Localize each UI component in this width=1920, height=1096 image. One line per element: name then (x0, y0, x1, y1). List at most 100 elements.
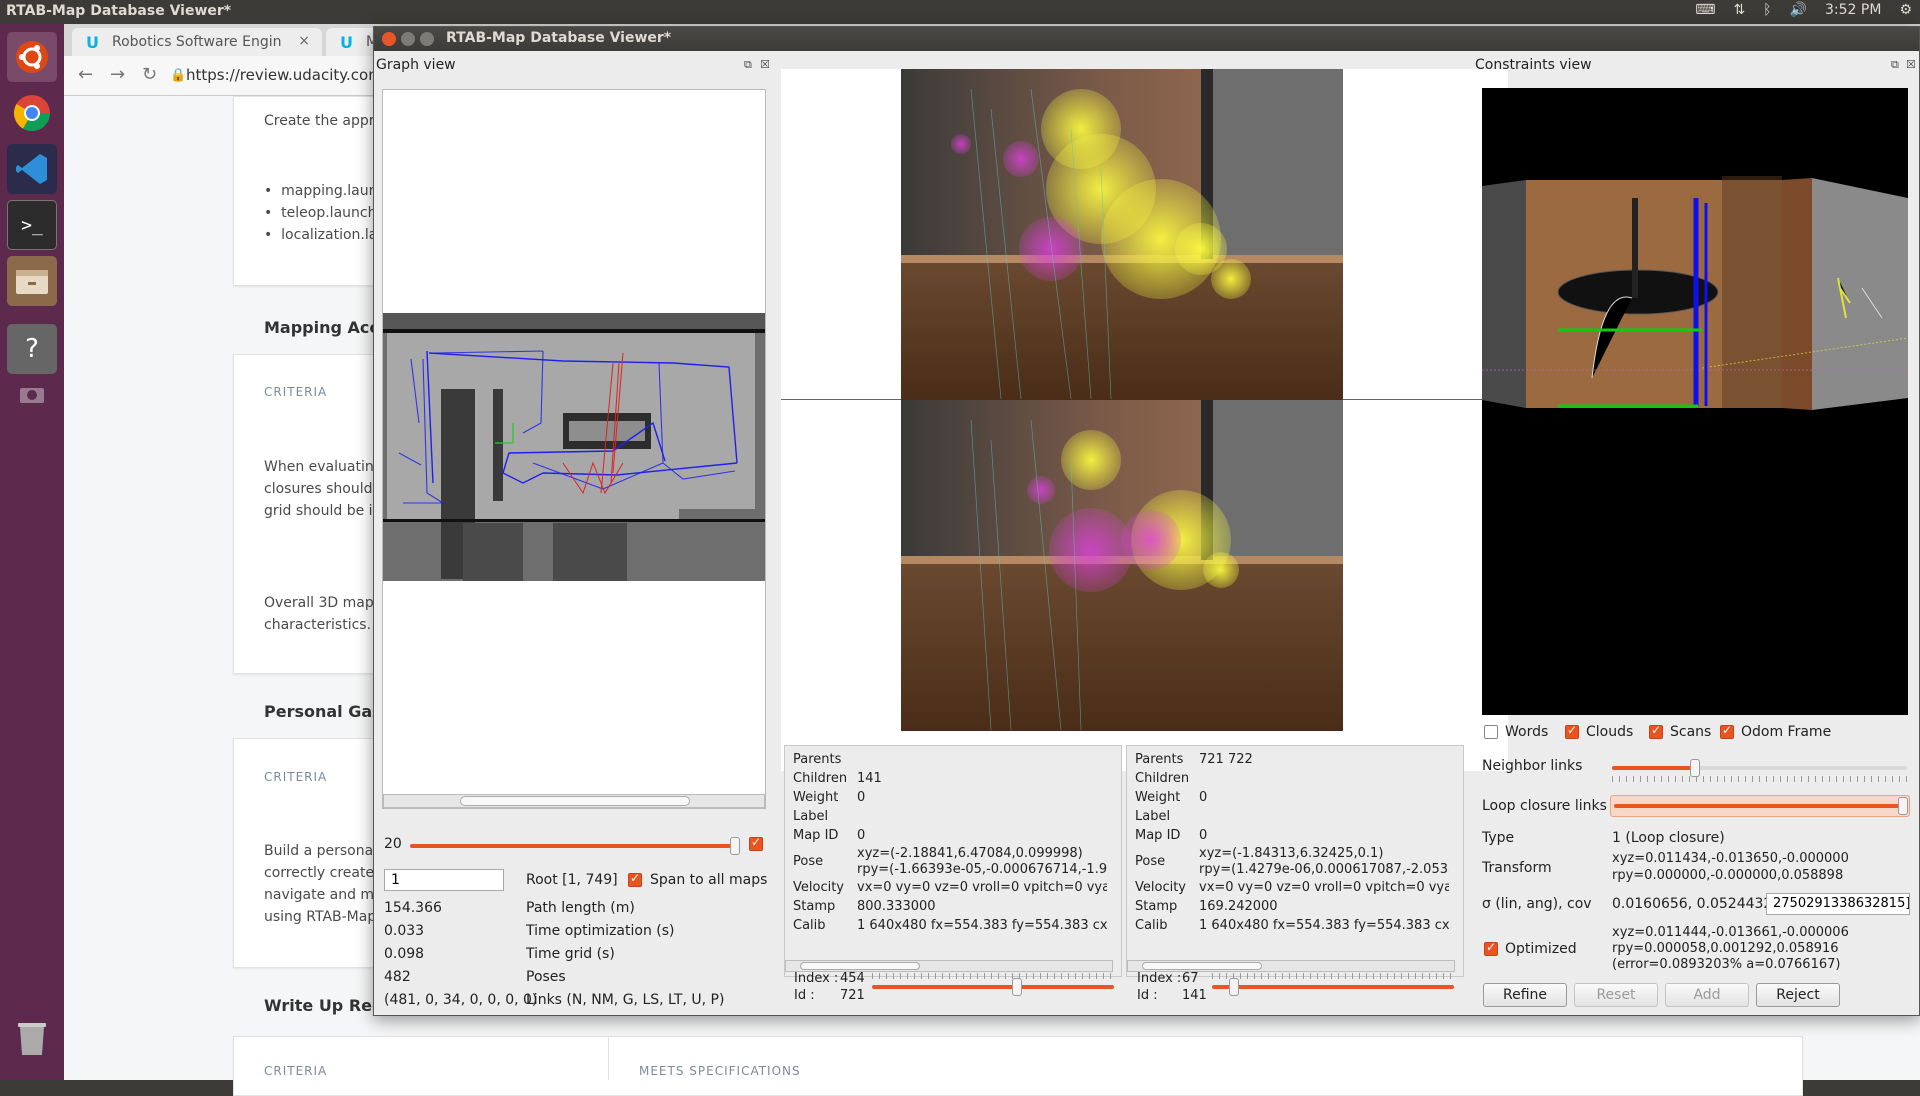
files-icon[interactable] (7, 256, 57, 306)
volume-icon[interactable]: 🔊 (1790, 2, 1807, 18)
right-node-info: Parents 721 722 Children Weight 0 Label … (1126, 745, 1464, 977)
right-index-slider-handle[interactable] (1229, 978, 1239, 996)
ubuntu-dash-icon[interactable] (7, 32, 57, 82)
left-index-slider-track[interactable] (872, 985, 1114, 989)
left-index-value: 454 (840, 971, 865, 986)
cov-field[interactable]: 2750291338632815] (1766, 893, 1910, 915)
graph-slider-track[interactable] (410, 844, 738, 848)
gear-icon[interactable]: ⚙ (1899, 2, 1912, 18)
back-arrow-icon[interactable]: ← (78, 64, 93, 85)
vscode-icon[interactable] (7, 144, 57, 194)
pose-rpy: rpy=(1.4279e-06,0.000617087,-2.0538 (1199, 862, 1449, 877)
span-maps-checkbox[interactable] (628, 871, 642, 887)
terminal-icon[interactable]: >_ (7, 200, 57, 250)
type-label: Type (1482, 830, 1515, 846)
optimized-xyz: xyz=0.011444,-0.013661,-0.000006 (1612, 925, 1849, 940)
pose-xyz: xyz=(-2.18841,6.47084,0.099998) (857, 846, 1083, 861)
dock-float-icon[interactable]: ⧉ (1891, 58, 1899, 72)
camera-icon[interactable] (7, 380, 57, 408)
image-view-bottom[interactable] (901, 400, 1343, 731)
scrollbar-thumb[interactable] (1142, 962, 1262, 970)
right-id-label: Id : (1137, 988, 1158, 1003)
scans-label: Scans (1670, 724, 1712, 740)
dock-float-icon[interactable]: ⧉ (744, 58, 752, 72)
right-slider-ticks (1212, 973, 1454, 979)
meets-label: MEETS SPECIFICATIONS (639, 1064, 801, 1078)
graph-canvas[interactable] (382, 89, 766, 809)
scrollbar-thumb[interactable] (460, 796, 690, 806)
scrollbar-thumb[interactable] (800, 962, 920, 970)
eval-text: grid should be id (264, 503, 382, 519)
graph-slider-checkbox[interactable] (749, 835, 763, 851)
image-view-top[interactable] (901, 69, 1343, 400)
bluetooth-icon[interactable]: ᛒ (1763, 2, 1771, 18)
trash-icon[interactable] (7, 1012, 57, 1062)
chrome-icon[interactable] (7, 88, 57, 138)
span-maps-label: Span to all maps (650, 872, 768, 888)
neighbor-slider-ticks (1612, 776, 1907, 782)
dock-close-icon[interactable]: ☒ (760, 58, 770, 71)
words-label: Words (1505, 724, 1549, 740)
clock[interactable]: 3:52 PM (1825, 2, 1881, 18)
label-label: Label (1135, 809, 1171, 824)
refine-button[interactable]: Refine (1483, 983, 1567, 1007)
network-icon[interactable]: ⇅ (1733, 2, 1745, 18)
criteria-label: CRITERIA (264, 1064, 328, 1078)
calib-value: 1 640x480 fx=554.383 fy=554.383 cx= (1199, 918, 1449, 933)
loop-slider-handle[interactable] (1898, 797, 1908, 815)
parents-label: Parents (1135, 752, 1184, 767)
intro-text: Create the appro (264, 113, 383, 129)
clouds-label: Clouds (1586, 724, 1634, 740)
parents-label: Parents (793, 752, 842, 767)
reject-button[interactable]: Reject (1756, 983, 1840, 1007)
image-views (781, 69, 1508, 771)
graph-hscrollbar[interactable] (383, 794, 765, 808)
overall-text: characteristics. (264, 617, 372, 633)
launcher: >_ ? (0, 24, 64, 1080)
eval-text: closures should (264, 481, 373, 497)
optimized-label: Optimized (1505, 941, 1577, 957)
criteria-label: CRITERIA (264, 770, 328, 784)
right-index-label: Index : (1137, 971, 1182, 986)
rtab-titlebar[interactable]: RTAB-Map Database Viewer* (374, 27, 1919, 51)
calib-label: Calib (793, 918, 826, 933)
browser-tab-robotics[interactable]: U Robotics Software Engin × (72, 28, 322, 56)
forward-arrow-icon[interactable]: → (110, 64, 125, 85)
reset-button[interactable]: Reset (1574, 983, 1658, 1007)
minimize-window-icon[interactable] (401, 32, 415, 46)
graph-slider-handle[interactable] (730, 837, 740, 855)
left-index-slider-handle[interactable] (1012, 978, 1022, 996)
url-bar[interactable]: https://review.udacity.com (186, 66, 383, 84)
right-index-value: 67 (1182, 971, 1199, 986)
constraints-3d-view[interactable] (1482, 88, 1908, 715)
reload-icon[interactable]: ↻ (142, 64, 157, 85)
dock-close-icon[interactable]: ☒ (1906, 58, 1916, 71)
root-spinbox[interactable]: 1 (384, 869, 504, 891)
close-window-icon[interactable] (382, 32, 396, 46)
keyboard-icon[interactable]: ⌨ (1695, 2, 1715, 18)
add-button[interactable]: Add (1665, 983, 1749, 1007)
neighbor-slider-handle[interactable] (1690, 759, 1700, 777)
mapid-label: Map ID (793, 828, 839, 843)
velocity-label: Velocity (1135, 880, 1186, 895)
close-tab-icon[interactable]: × (298, 33, 310, 49)
mapid-value: 0 (857, 828, 866, 843)
children-label: Children (1135, 771, 1190, 786)
graph-view-title: Graph view (376, 57, 456, 73)
words-checkbox[interactable] (1484, 725, 1498, 739)
velocity-value: vx=0 vy=0 vz=0 vroll=0 vpitch=0 vyaw (1199, 880, 1449, 895)
loop-slider-fill[interactable] (1614, 804, 1903, 808)
stamp-label: Stamp (793, 899, 836, 914)
optimized-checkbox[interactable] (1484, 940, 1498, 956)
pose-label: Pose (793, 854, 824, 869)
right-index-slider-track[interactable] (1212, 985, 1454, 989)
bullet-item: • localization.lau (264, 227, 387, 243)
maximize-window-icon[interactable] (420, 32, 434, 46)
clouds-checkbox[interactable] (1565, 723, 1579, 739)
neighbor-links-label: Neighbor links (1482, 758, 1583, 774)
type-value: 1 (Loop closure) (1612, 830, 1725, 846)
scans-checkbox[interactable] (1649, 723, 1663, 739)
rtab-window-title: RTAB-Map Database Viewer* (446, 30, 672, 46)
odom-frame-checkbox[interactable] (1720, 723, 1734, 739)
help-icon[interactable]: ? (7, 324, 57, 374)
